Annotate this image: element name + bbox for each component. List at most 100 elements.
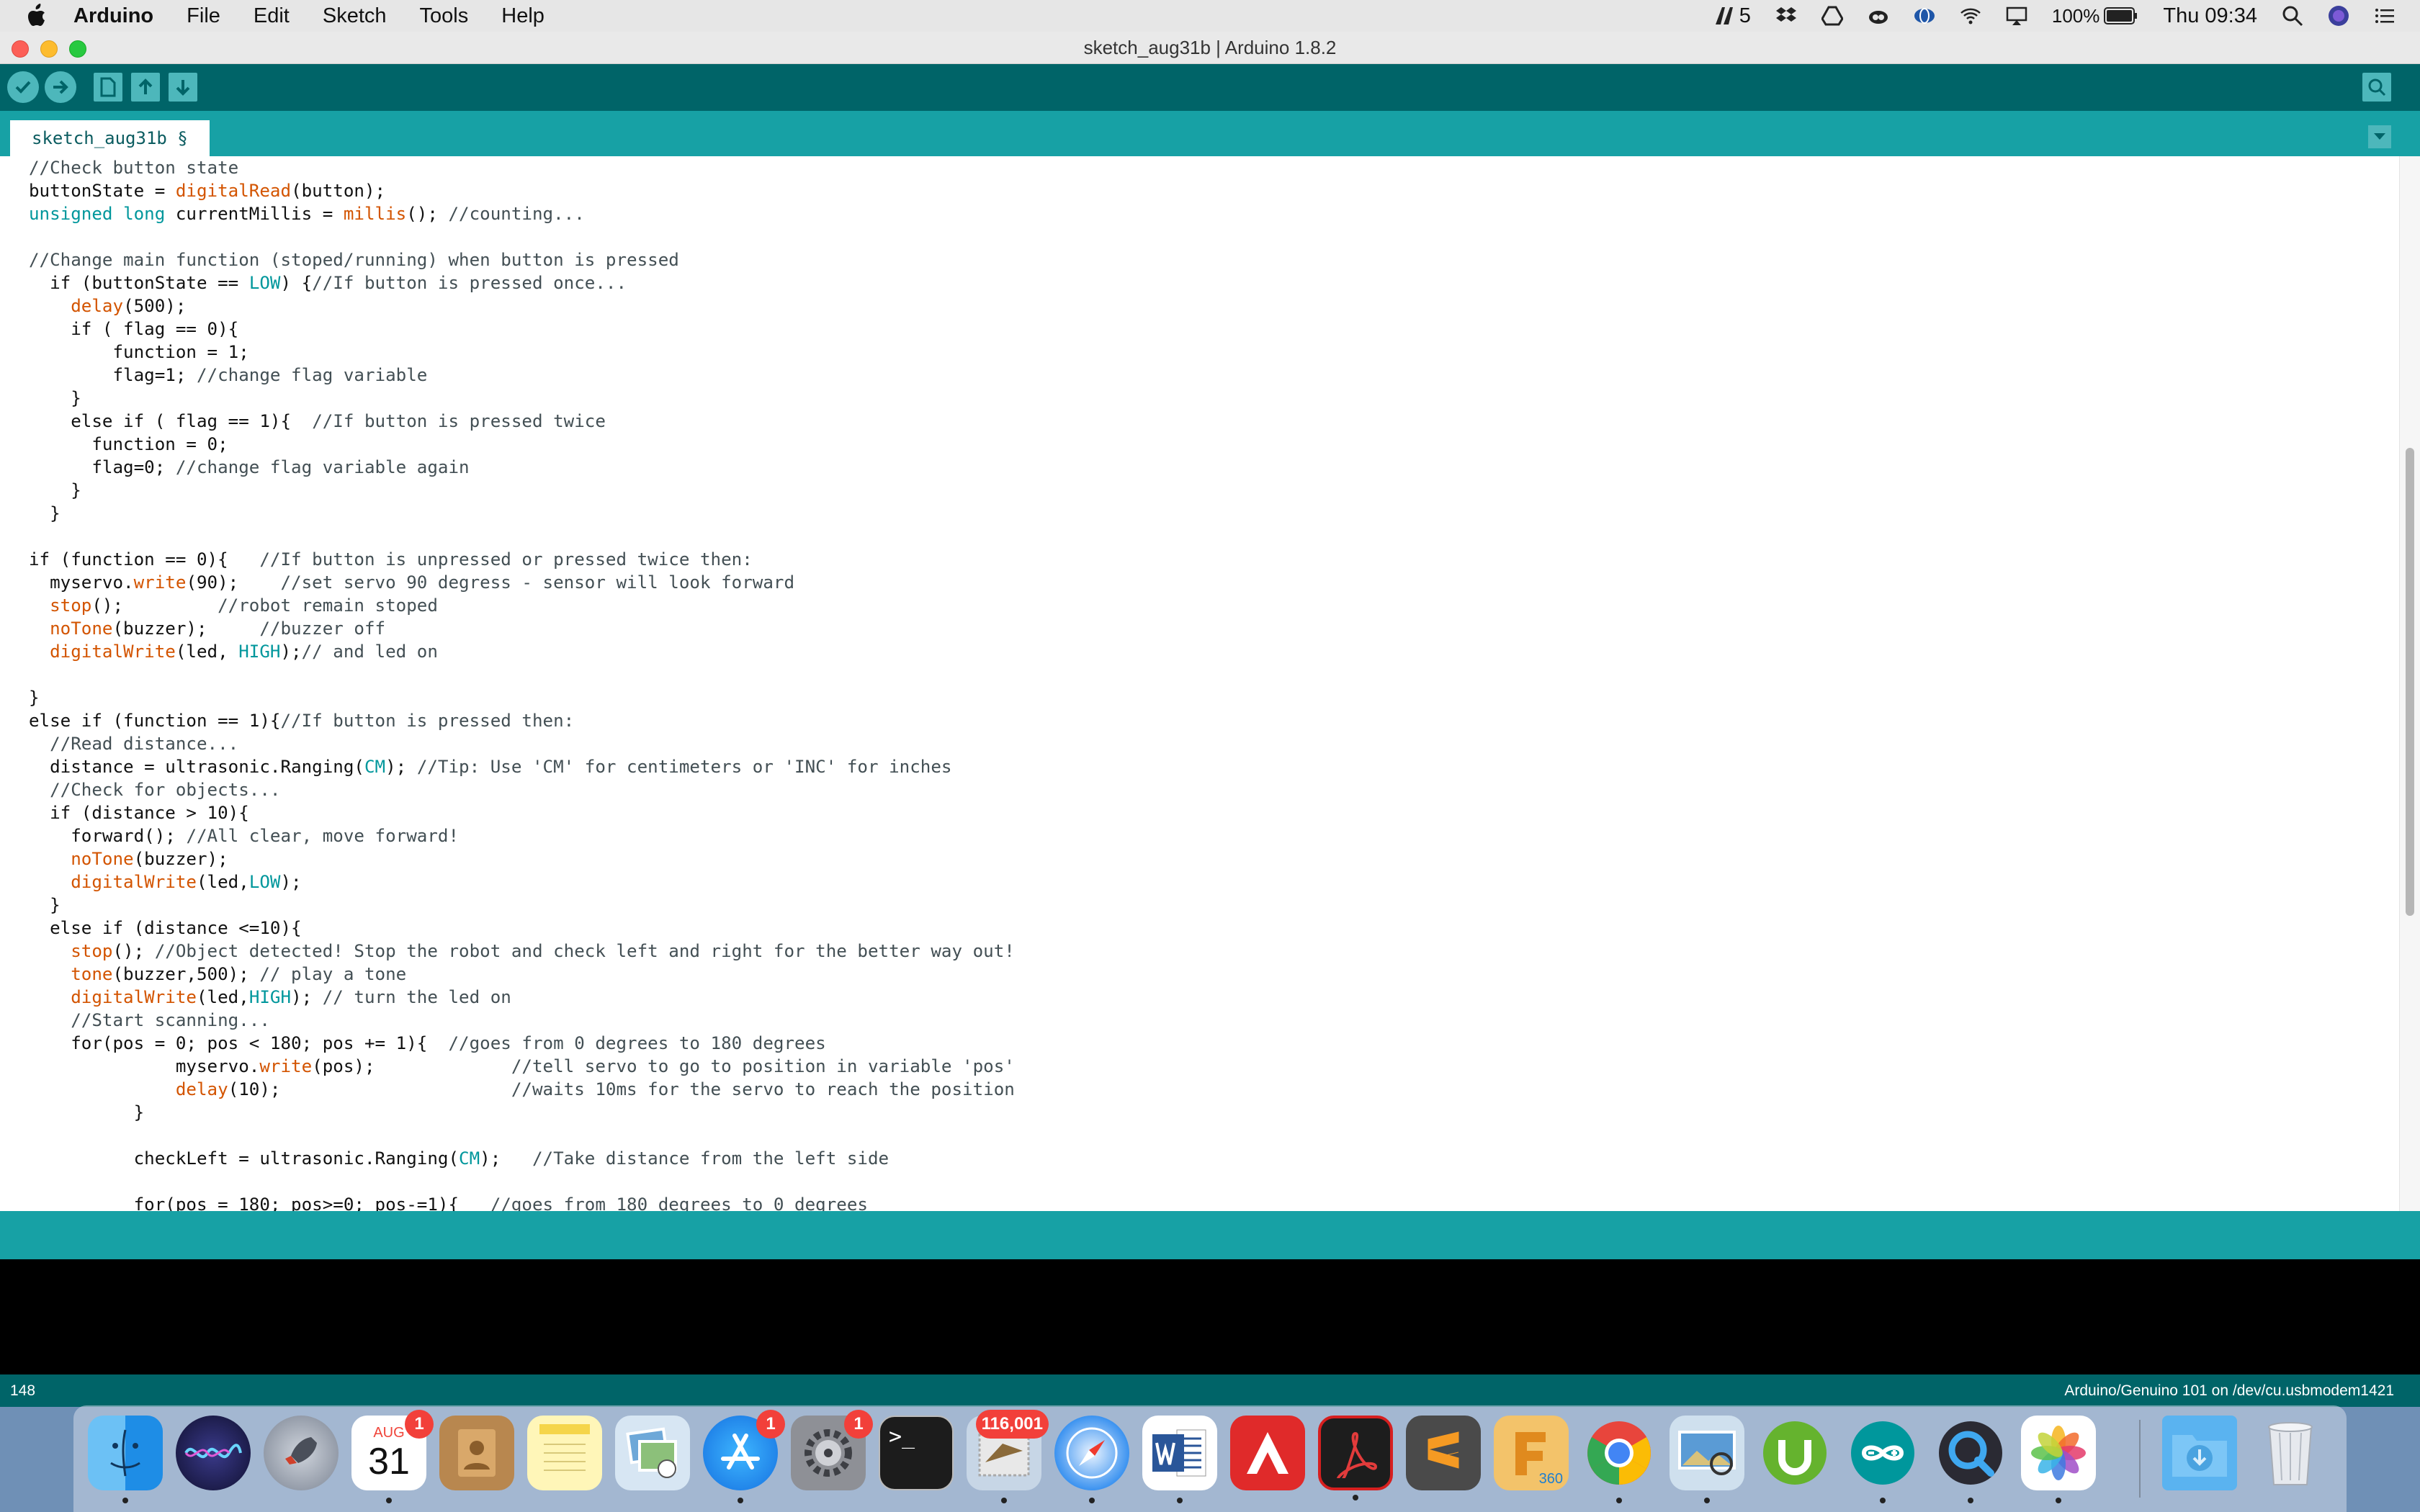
- menu-help[interactable]: Help: [501, 4, 544, 28]
- dock-fusion-360[interactable]: 360: [1494, 1416, 1569, 1490]
- code-line[interactable]: flag=1; //change flag variable: [29, 365, 427, 385]
- dock-terminal[interactable]: >_: [879, 1416, 954, 1490]
- notification-center-icon[interactable]: [2374, 5, 2396, 27]
- code-line[interactable]: flag=0; //change flag variable again: [29, 457, 469, 477]
- editor-scrollbar[interactable]: [2399, 156, 2420, 1211]
- footer-bar: 148 Arduino/Genuino 101 on /dev/cu.usbmo…: [0, 1374, 2420, 1407]
- code-line[interactable]: else if (function == 1){//If button is p…: [29, 711, 574, 731]
- code-line[interactable]: distance = ultrasonic.Ranging(CM); //Tip…: [29, 757, 951, 777]
- code-line[interactable]: checkLeft = ultrasonic.Ranging(CM); //Ta…: [29, 1148, 889, 1169]
- tab-menu-button[interactable]: [2368, 125, 2391, 148]
- dock-image-viewer[interactable]: [1670, 1416, 1744, 1503]
- upload-button[interactable]: [45, 71, 76, 103]
- google-drive-icon[interactable]: [1821, 5, 1843, 27]
- dock-system-preferences[interactable]: 1: [791, 1410, 873, 1490]
- dock-utorrent[interactable]: [1757, 1416, 1832, 1490]
- code-line[interactable]: if (function == 0){ //If button is unpre…: [29, 549, 753, 570]
- dock-siri[interactable]: [176, 1416, 251, 1490]
- code-text[interactable]: //Check button state buttonState = digit…: [29, 156, 1015, 1211]
- code-line[interactable]: function = 0;: [29, 434, 228, 454]
- code-line[interactable]: if ( flag == 0){: [29, 319, 238, 339]
- code-editor[interactable]: //Check button state buttonState = digit…: [0, 156, 2420, 1211]
- code-line[interactable]: tone(buzzer,500); // play a tone: [29, 964, 406, 984]
- code-line[interactable]: //Check for objects...: [29, 780, 280, 800]
- new-sketch-button[interactable]: [94, 73, 122, 102]
- creative-cloud-icon[interactable]: [1868, 5, 1889, 27]
- dock-autocad[interactable]: [1230, 1416, 1305, 1490]
- code-line[interactable]: forward(); //All clear, move forward!: [29, 826, 459, 846]
- dock-launchpad[interactable]: [264, 1416, 339, 1490]
- code-line[interactable]: for(pos = 180; pos>=0; pos-=1){ //goes f…: [29, 1194, 868, 1211]
- menu-file[interactable]: File: [187, 4, 220, 28]
- code-line[interactable]: unsigned long currentMillis = millis(); …: [29, 204, 585, 224]
- dock-mail[interactable]: 116,001: [967, 1410, 1049, 1503]
- code-line[interactable]: digitalWrite(led,LOW);: [29, 872, 301, 892]
- dock-chrome[interactable]: [1582, 1416, 1657, 1503]
- code-line[interactable]: for(pos = 0; pos < 180; pos += 1){ //goe…: [29, 1033, 826, 1053]
- wifi-icon[interactable]: [1960, 5, 1981, 27]
- code-line[interactable]: buttonState = digitalRead(button);: [29, 181, 385, 201]
- code-line[interactable]: }: [29, 1102, 145, 1122]
- verify-button[interactable]: [7, 71, 39, 103]
- save-sketch-button[interactable]: [169, 73, 197, 102]
- output-console[interactable]: [0, 1259, 2420, 1374]
- siri-icon[interactable]: [2328, 5, 2349, 27]
- dock-calendar[interactable]: AUG 31 1: [351, 1410, 434, 1503]
- code-line[interactable]: myservo.write(pos); //tell servo to go t…: [29, 1056, 1015, 1076]
- apple-logo-icon[interactable]: [26, 3, 48, 29]
- code-line[interactable]: digitalWrite(led, HIGH);// and led on: [29, 642, 438, 662]
- dock-quicktime[interactable]: [1933, 1416, 2008, 1503]
- code-line[interactable]: else if ( flag == 1){ //If button is pre…: [29, 411, 606, 431]
- dock-word[interactable]: [1142, 1416, 1217, 1503]
- code-line[interactable]: else if (distance <=10){: [29, 918, 302, 938]
- airplay-icon[interactable]: [2006, 5, 2027, 27]
- dock-finder[interactable]: [88, 1416, 163, 1503]
- dropbox-icon[interactable]: [1775, 5, 1797, 27]
- code-line[interactable]: }: [29, 503, 60, 523]
- dock-trash[interactable]: [2253, 1416, 2328, 1490]
- code-line[interactable]: stop(); //robot remain stoped: [29, 595, 438, 616]
- code-line[interactable]: noTone(buzzer);: [29, 849, 228, 869]
- code-line[interactable]: //Check button state: [29, 158, 238, 178]
- dock-notes[interactable]: [527, 1416, 602, 1490]
- adobe-cc-status[interactable]: 5: [1713, 4, 1751, 28]
- vpn-globe-icon[interactable]: [1914, 5, 1935, 27]
- code-line[interactable]: delay(10); //waits 10ms for the servo to…: [29, 1079, 1015, 1099]
- spotlight-search-icon[interactable]: [2282, 5, 2303, 27]
- dock-sublime-text[interactable]: [1406, 1416, 1481, 1490]
- menu-tools[interactable]: Tools: [420, 4, 469, 28]
- code-line[interactable]: myservo.write(90); //set servo 90 degres…: [29, 572, 794, 593]
- code-line[interactable]: //Change main function (stoped/running) …: [29, 250, 679, 270]
- open-sketch-button[interactable]: [131, 73, 160, 102]
- code-line[interactable]: }: [29, 480, 81, 500]
- menu-app-name[interactable]: Arduino: [73, 4, 153, 28]
- tab-sketch[interactable]: sketch_aug31b §: [10, 120, 210, 156]
- code-line[interactable]: //Read distance...: [29, 734, 238, 754]
- code-line[interactable]: function = 1;: [29, 342, 248, 362]
- dock-app-store[interactable]: 1: [703, 1410, 785, 1503]
- code-line[interactable]: if (buttonState == LOW) {//If button is …: [29, 273, 627, 293]
- dock-contacts[interactable]: [439, 1416, 514, 1490]
- clock[interactable]: Thu 09:34: [2163, 4, 2257, 28]
- dock-arduino[interactable]: [1845, 1416, 1920, 1503]
- battery-status[interactable]: 100%: [2052, 5, 2139, 27]
- serial-monitor-button[interactable]: [2362, 73, 2391, 102]
- dock-downloads-folder[interactable]: [2162, 1416, 2237, 1490]
- code-line[interactable]: }: [29, 388, 81, 408]
- window-title: sketch_aug31b | Arduino 1.8.2: [1083, 37, 1337, 58]
- code-line[interactable]: noTone(buzzer); //buzzer off: [29, 618, 385, 639]
- dock-preview[interactable]: [615, 1416, 690, 1490]
- code-line[interactable]: }: [29, 895, 60, 915]
- code-line[interactable]: stop(); //Object detected! Stop the robo…: [29, 941, 1015, 961]
- dock-safari[interactable]: [1054, 1416, 1129, 1503]
- code-line[interactable]: digitalWrite(led,HIGH); // turn the led …: [29, 987, 511, 1007]
- code-line[interactable]: //Start scanning...: [29, 1010, 270, 1030]
- dock-photos[interactable]: [2021, 1416, 2096, 1503]
- menu-edit[interactable]: Edit: [254, 4, 290, 28]
- editor-scroll-thumb[interactable]: [2406, 448, 2414, 916]
- menu-sketch[interactable]: Sketch: [323, 4, 387, 28]
- code-line[interactable]: }: [29, 688, 40, 708]
- code-line[interactable]: if (distance > 10){: [29, 803, 249, 823]
- code-line[interactable]: delay(500);: [29, 296, 186, 316]
- dock-acrobat[interactable]: [1318, 1416, 1393, 1500]
